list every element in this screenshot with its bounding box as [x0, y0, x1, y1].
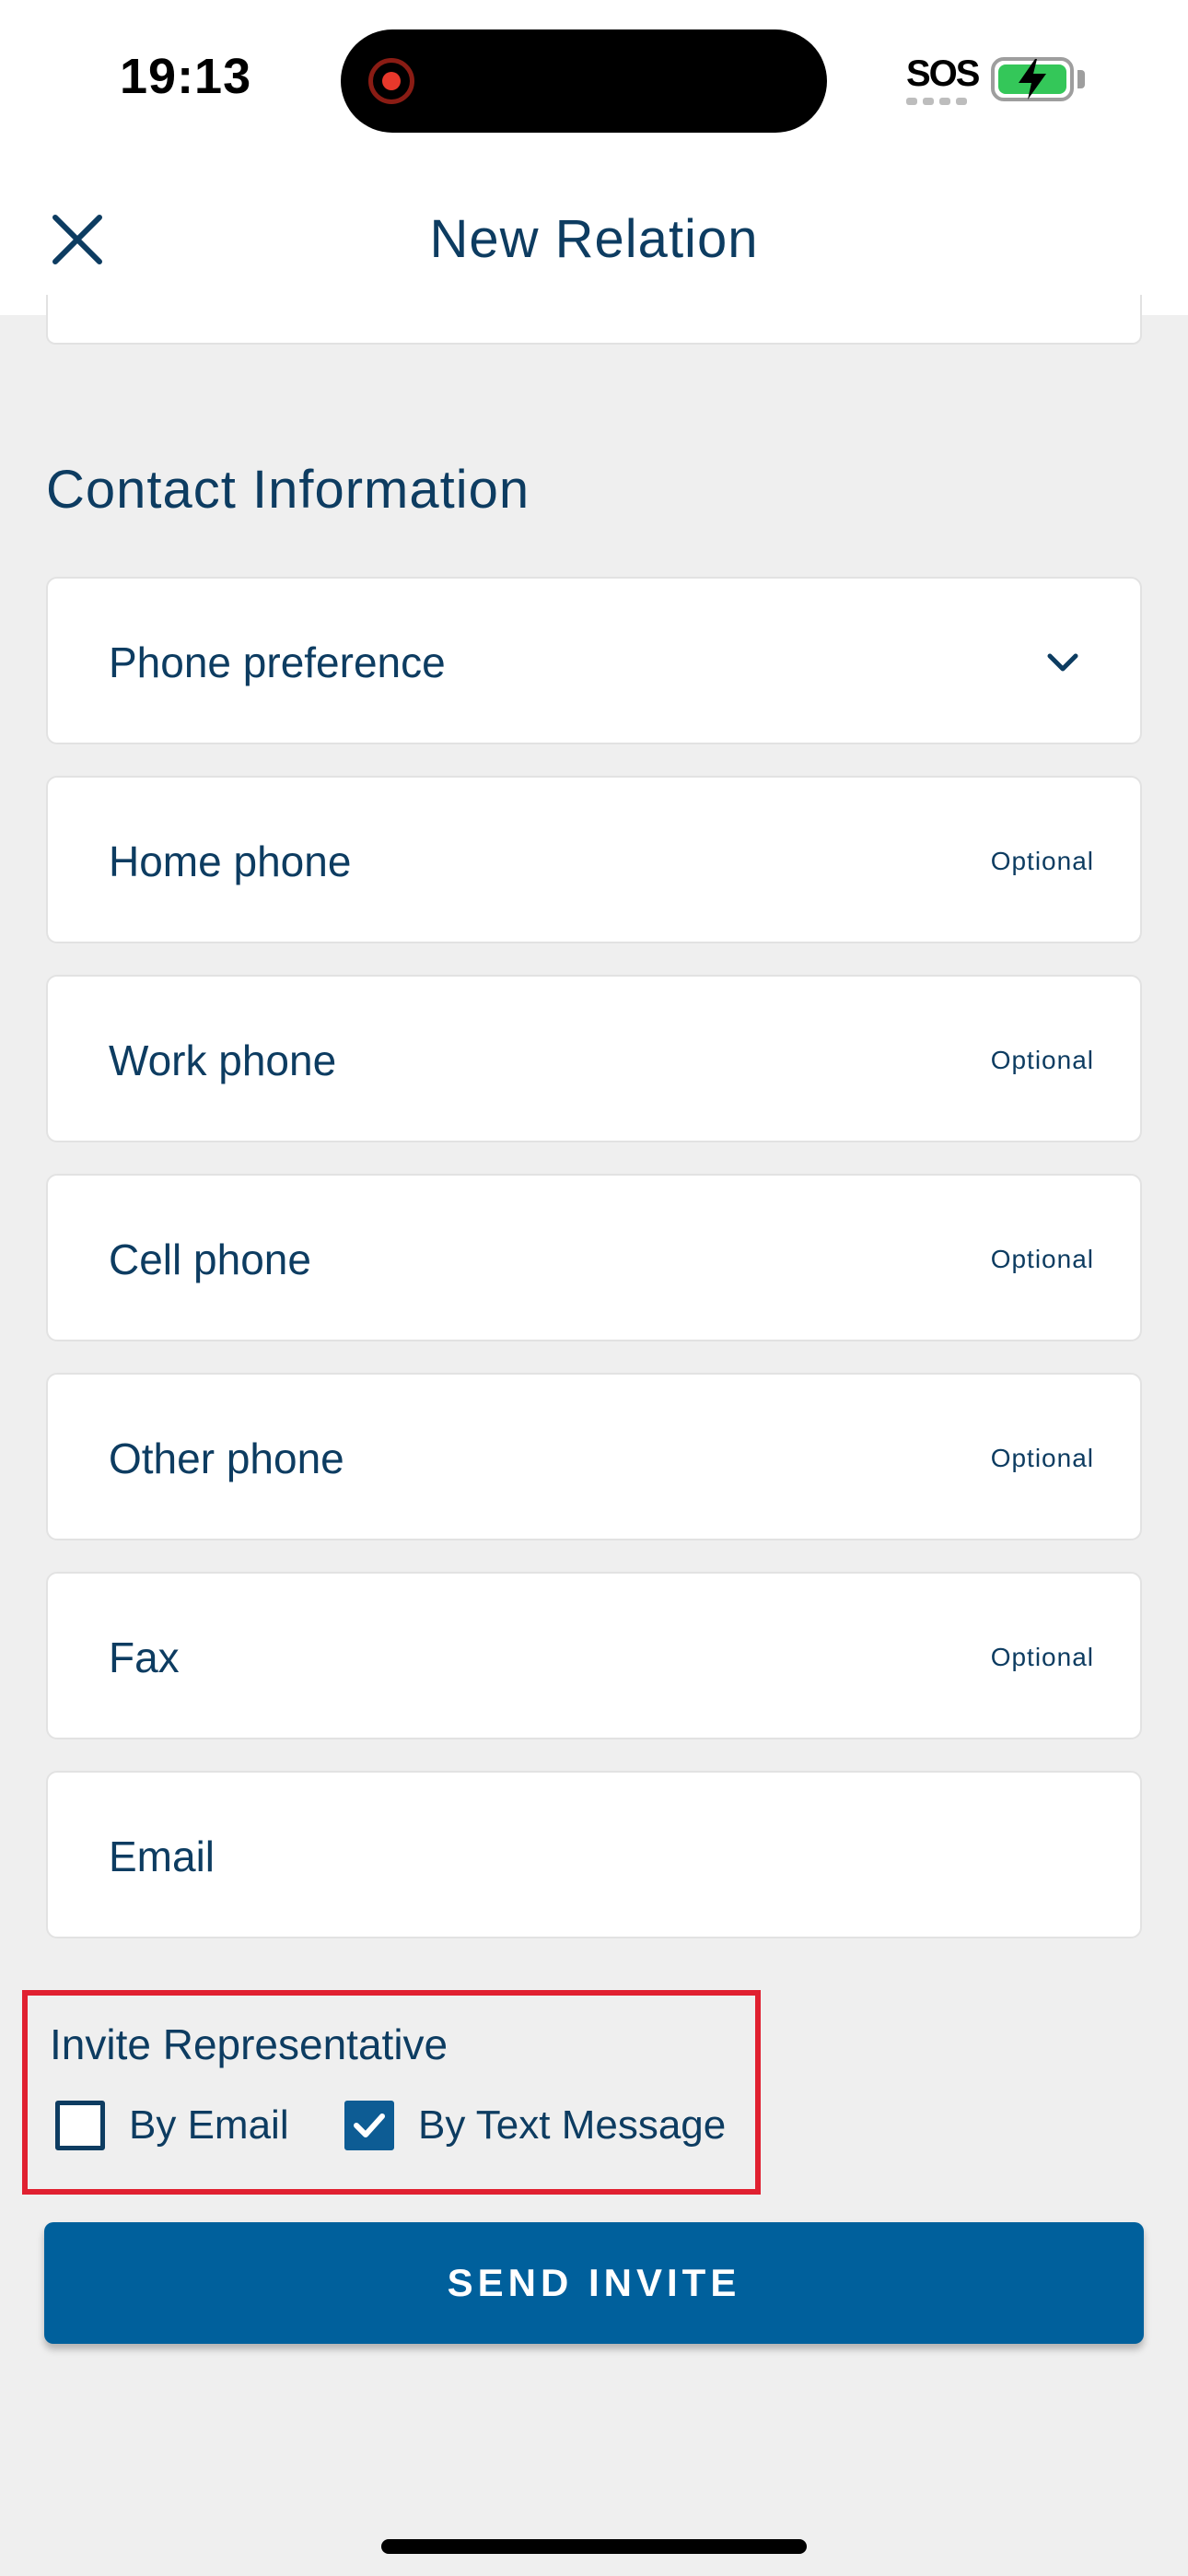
battery-icon: [991, 57, 1074, 101]
status-bar: 19:13 SOS: [0, 0, 1188, 166]
field-label: Phone preference: [109, 638, 446, 686]
field-label: Fax: [109, 1633, 180, 1681]
nav-header: New Relation: [0, 166, 1188, 315]
checkmark-icon: [354, 2113, 385, 2137]
optional-hint: Optional: [990, 1643, 1094, 1671]
recording-icon: [368, 58, 414, 104]
field-label: Other phone: [109, 1434, 344, 1482]
send-invite-button[interactable]: SEND INVITE: [44, 2222, 1144, 2344]
by-text-label: By Text Message: [418, 2102, 727, 2148]
signal-dots-icon: [906, 98, 973, 105]
charging-bolt-icon: [1019, 59, 1046, 100]
dynamic-island: [341, 29, 827, 133]
field-label: Home phone: [109, 837, 352, 885]
by-text-checkbox[interactable]: [344, 2101, 394, 2150]
home-indicator[interactable]: [381, 2539, 807, 2554]
chevron-down-icon: [1047, 653, 1078, 672]
app-screen: 19:13 SOS New Relation Contact Informati…: [0, 0, 1188, 2576]
invite-representative-group: Invite Representative By Email By Text M…: [22, 1990, 761, 2195]
phone-preference-select[interactable]: Phone preference: [46, 577, 1142, 744]
status-time: 19:13: [120, 49, 252, 104]
by-text-option[interactable]: By Text Message: [344, 2101, 726, 2150]
cell-phone-field[interactable]: Cell phone Optional: [46, 1174, 1142, 1341]
by-email-checkbox[interactable]: [55, 2101, 105, 2150]
fax-field[interactable]: Fax Optional: [46, 1572, 1142, 1739]
field-label: Cell phone: [109, 1235, 311, 1283]
optional-hint: Optional: [990, 1245, 1094, 1273]
sos-label: SOS: [906, 53, 980, 94]
email-field[interactable]: Email: [46, 1771, 1142, 1938]
optional-hint: Optional: [990, 1444, 1094, 1472]
optional-hint: Optional: [990, 1046, 1094, 1074]
section-title: Contact Information: [46, 460, 530, 520]
battery-tip: [1077, 70, 1085, 88]
home-phone-field[interactable]: Home phone Optional: [46, 776, 1142, 943]
field-label: Work phone: [109, 1036, 337, 1084]
optional-hint: Optional: [990, 847, 1094, 875]
field-label: Email: [109, 1832, 215, 1880]
by-email-option[interactable]: By Email: [55, 2101, 289, 2150]
sos-indicator: SOS: [906, 53, 980, 109]
invite-title: Invite Representative: [50, 2020, 448, 2068]
page-title: New Relation: [429, 209, 759, 269]
work-phone-field[interactable]: Work phone Optional: [46, 975, 1142, 1142]
by-email-label: By Email: [129, 2102, 289, 2148]
previous-card: [46, 295, 1142, 345]
other-phone-field[interactable]: Other phone Optional: [46, 1373, 1142, 1540]
